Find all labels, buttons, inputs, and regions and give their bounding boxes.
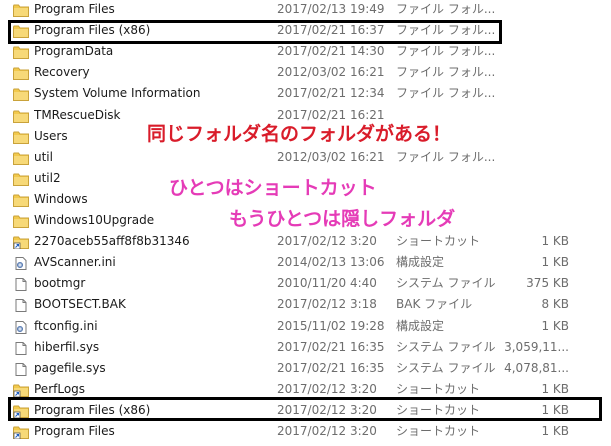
annotation-same-name: 同じフォルダ名のフォルダがある！ xyxy=(147,123,452,145)
file-row[interactable]: ftconfig.ini 2015/11/02 19:28 構成設定 1 KB xyxy=(0,316,611,337)
file-type: ファイル フォル... xyxy=(396,2,496,16)
file-size: 1 KB xyxy=(541,255,569,270)
file-date: 2017/02/21 16:35 xyxy=(277,360,385,375)
file-icon xyxy=(13,362,29,376)
file-type: ファイル フォル... xyxy=(396,86,496,101)
file-type: システム ファイル xyxy=(396,276,496,291)
annotation-shortcut: ひとつはショートカット xyxy=(169,177,377,199)
file-date: 2014/02/13 13:06 xyxy=(277,255,385,270)
file-size: 1 KB xyxy=(541,234,569,249)
folder-icon xyxy=(13,172,29,186)
file-icon xyxy=(13,298,29,313)
folder-icon xyxy=(13,45,29,60)
file-type: システム ファイル xyxy=(396,360,496,375)
annotation-hidden-folder: もうひとつは隠しフォルダ xyxy=(229,208,456,230)
file-row[interactable]: util 2012/03/02 16:21 ファイル フォル... xyxy=(0,147,611,168)
file-name: bootmgr xyxy=(34,276,86,291)
file-date: 2017/02/13 19:49 xyxy=(277,2,385,16)
file-row[interactable]: bootmgr 2010/11/20 4:40 システム ファイル 375 KB xyxy=(0,273,611,294)
file-type: システム ファイル xyxy=(396,339,496,354)
file-type: ショートカット xyxy=(396,424,481,438)
file-row[interactable]: pagefile.sys 2017/02/21 16:35 システム ファイル 4,0… xyxy=(0,358,611,379)
highlight-box-program-files-x86-shortcut xyxy=(8,397,602,421)
file-size: 1 KB xyxy=(541,318,569,333)
file-date: 2017/02/12 3:20 xyxy=(277,234,377,249)
file-name: 2270aceb55aff8f8b31346 xyxy=(34,234,190,249)
settings-file-icon xyxy=(13,256,29,271)
file-type: 構成設定 xyxy=(396,318,445,333)
file-type: ファイル フォル... xyxy=(396,149,496,164)
file-row[interactable]: System Volume Information 2017/02/21 12:3… xyxy=(0,83,611,104)
file-date: 2017/02/12 3:18 xyxy=(277,297,377,312)
file-size: 1 KB xyxy=(541,424,569,438)
file-row[interactable]: Recovery 2012/03/02 16:21 ファイル フォル... xyxy=(0,62,611,83)
folder-icon xyxy=(13,87,29,102)
highlight-box-program-files-x86-folder xyxy=(8,20,502,44)
file-name: util xyxy=(34,149,53,164)
folder-icon xyxy=(13,151,29,165)
folder-icon xyxy=(13,193,29,207)
file-icon xyxy=(13,277,29,292)
folder-icon xyxy=(13,214,29,228)
file-name: Program Files xyxy=(34,2,115,16)
file-row[interactable]: ProgramData 2017/02/21 14:30 ファイル フォル... xyxy=(0,41,611,62)
file-row[interactable]: BOOTSECT.BAK 2017/02/12 3:18 BAK ファイル 8 KB xyxy=(0,294,611,315)
file-type: ファイル フォル... xyxy=(396,65,496,80)
folder-shortcut-icon xyxy=(13,383,29,398)
file-icon xyxy=(13,341,29,355)
file-date: 2017/02/12 3:20 xyxy=(277,424,377,438)
file-date: 2017/02/21 14:30 xyxy=(277,44,385,59)
folder-shortcut-icon xyxy=(13,425,29,440)
file-date: 2017/02/21 12:34 xyxy=(277,86,385,101)
file-size: 8 KB xyxy=(541,297,569,312)
file-date: 2012/03/02 16:21 xyxy=(277,65,385,80)
file-date: 2010/11/20 4:40 xyxy=(277,276,377,291)
file-type: ショートカット xyxy=(396,234,481,249)
file-row[interactable]: hiberfil.sys 2017/02/21 16:35 システム ファイル 3,0… xyxy=(0,337,611,358)
file-size: 4,078,81... xyxy=(504,360,569,375)
folder-icon xyxy=(13,3,29,17)
folder-icon xyxy=(13,66,29,81)
file-type: ファイル フォル... xyxy=(396,44,496,59)
file-row[interactable]: 2270aceb55aff8f8b31346 2017/02/12 3:20 ショー… xyxy=(0,231,611,252)
file-size: 375 KB xyxy=(526,276,569,291)
file-name: System Volume Information xyxy=(34,86,201,101)
file-row[interactable]: Program Files 2017/02/13 19:49 ファイル フォル... xyxy=(0,0,611,20)
file-date: 2015/11/02 19:28 xyxy=(277,318,385,333)
folder-shortcut-icon xyxy=(13,235,29,250)
folder-icon xyxy=(13,109,29,123)
file-type: 構成設定 xyxy=(396,255,445,270)
file-name: Program Files xyxy=(34,424,115,438)
file-size: 3,059,11... xyxy=(504,339,569,354)
settings-file-icon xyxy=(13,320,29,334)
file-name: pagefile.sys xyxy=(34,360,106,375)
file-row[interactable]: Program Files 2017/02/12 3:20 ショートカット 1 KB xyxy=(0,421,611,442)
folder-icon xyxy=(13,130,29,144)
file-date: 2012/03/02 16:21 xyxy=(277,149,385,164)
file-name: ftconfig.ini xyxy=(34,318,98,333)
file-name: AVScanner.ini xyxy=(34,255,116,270)
file-name: hiberfil.sys xyxy=(34,339,100,354)
file-type: BAK ファイル xyxy=(396,297,473,312)
file-date: 2017/02/21 16:35 xyxy=(277,339,385,354)
file-name: Recovery xyxy=(34,65,90,80)
file-row[interactable]: AVScanner.ini 2014/02/13 13:06 構成設定 1 KB xyxy=(0,252,611,273)
file-name: BOOTSECT.BAK xyxy=(34,297,126,312)
file-name: ProgramData xyxy=(34,44,114,59)
